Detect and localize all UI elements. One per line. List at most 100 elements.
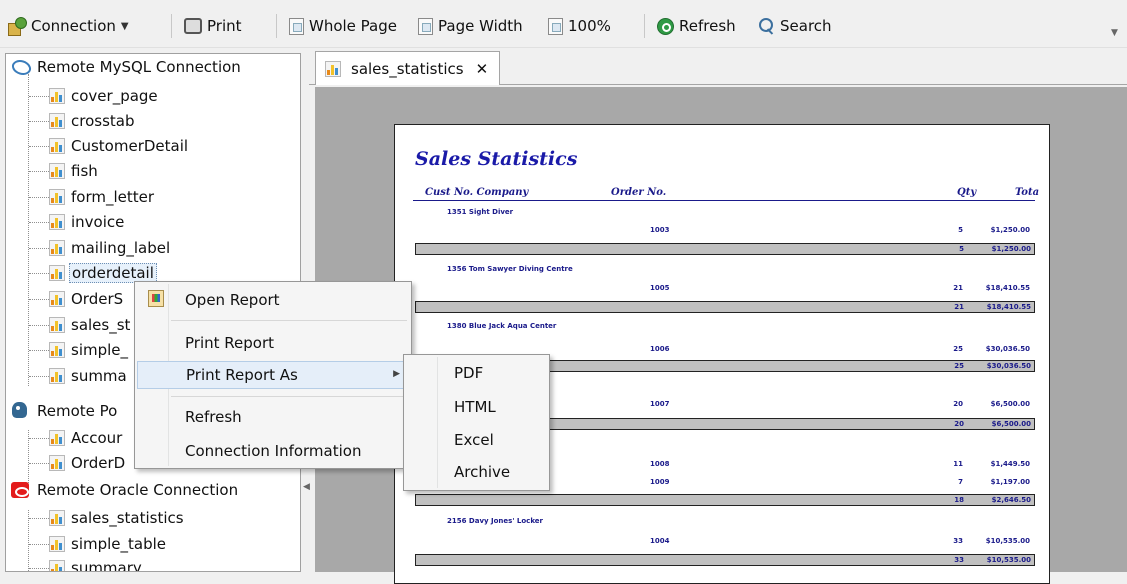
tree-item-report[interactable]: simple_ bbox=[49, 339, 130, 361]
report-icon bbox=[325, 60, 341, 77]
qty-value: 33 bbox=[953, 537, 963, 545]
submenu-item-archive[interactable]: Archive bbox=[454, 463, 510, 481]
connection-icon bbox=[8, 17, 27, 36]
customer-label: 1380 Blue Jack Aqua Center bbox=[447, 322, 557, 330]
connection-label: Connection bbox=[31, 17, 116, 35]
report-icon bbox=[49, 368, 65, 384]
order-number: 1005 bbox=[650, 284, 670, 292]
page-width-button[interactable]: Page Width bbox=[418, 15, 523, 37]
search-icon bbox=[758, 17, 775, 35]
tree-item-report[interactable]: sales_st bbox=[49, 314, 132, 336]
qty-value: 20 bbox=[953, 400, 963, 408]
menu-item-print-report[interactable]: Print Report bbox=[137, 329, 409, 357]
postgresql-elephant-icon bbox=[10, 401, 30, 421]
close-tab-icon[interactable]: ✕ bbox=[476, 60, 489, 78]
group-amount-total: $18,410.55 bbox=[986, 303, 1031, 311]
zoom-label: 100% bbox=[568, 17, 611, 35]
tree-item-report[interactable]: OrderD bbox=[49, 452, 127, 474]
submenu-item-html[interactable]: HTML bbox=[454, 398, 496, 416]
whole-page-button[interactable]: Whole Page bbox=[289, 15, 397, 37]
total-value: $18,410.55 bbox=[985, 284, 1030, 292]
order-number: 1004 bbox=[650, 537, 670, 545]
tree-item-report[interactable]: sales_statistics bbox=[49, 507, 186, 529]
column-header-customer: Cust No. Company bbox=[425, 187, 529, 198]
menu-separator bbox=[171, 396, 407, 397]
submenu-item-excel[interactable]: Excel bbox=[454, 431, 494, 449]
report-icon bbox=[49, 163, 65, 179]
tree-item-report[interactable]: cover_page bbox=[49, 85, 160, 107]
group-qty-total: 20 bbox=[954, 420, 964, 428]
whole-page-label: Whole Page bbox=[309, 17, 397, 35]
customer-label: 1351 Sight Diver bbox=[447, 208, 514, 216]
tree-item-report[interactable]: form_letter bbox=[49, 186, 156, 208]
menu-item-refresh[interactable]: Refresh bbox=[137, 403, 409, 431]
menu-item-print-report-as[interactable]: Print Report As ▶ bbox=[137, 361, 409, 389]
tree-node-postgres-connection[interactable]: Remote Po bbox=[10, 400, 119, 422]
report-icon bbox=[49, 342, 65, 358]
tree-item-report[interactable]: Accour bbox=[49, 427, 124, 449]
tree-item-report[interactable]: crosstab bbox=[49, 110, 137, 132]
tree-item-report[interactable]: OrderS bbox=[49, 288, 125, 310]
group-total-bar: 33 $10,535.00 bbox=[415, 554, 1035, 566]
group-amount-total: $6,500.00 bbox=[991, 420, 1031, 428]
report-icon bbox=[49, 189, 65, 205]
report-icon bbox=[49, 138, 65, 154]
tree-item-report[interactable]: summary bbox=[49, 557, 144, 571]
page-width-icon bbox=[418, 17, 433, 35]
tree-item-report[interactable]: summa bbox=[49, 365, 129, 387]
group-amount-total: $2,646.50 bbox=[991, 496, 1031, 504]
tree-item-report[interactable]: invoice bbox=[49, 211, 126, 233]
report-icon bbox=[49, 560, 65, 571]
group-amount-total: $1,250.00 bbox=[991, 245, 1031, 253]
column-header-qty: Qty bbox=[957, 187, 977, 198]
menu-item-label: Print Report As bbox=[186, 366, 298, 384]
order-number: 1008 bbox=[650, 460, 670, 468]
report-icon bbox=[49, 291, 65, 307]
customer-label: 1356 Tom Sawyer Diving Centre bbox=[447, 265, 573, 273]
menu-item-connection-information[interactable]: Connection Information bbox=[137, 437, 409, 465]
report-icon bbox=[49, 510, 65, 526]
submenu-item-pdf[interactable]: PDF bbox=[454, 364, 483, 382]
group-total-bar: 21 $18,410.55 bbox=[415, 301, 1035, 313]
report-icon bbox=[49, 214, 65, 230]
group-qty-total: 33 bbox=[954, 556, 964, 564]
total-value: $1,250.00 bbox=[990, 226, 1030, 234]
menu-item-open-report[interactable]: Open Report bbox=[137, 286, 409, 314]
refresh-button[interactable]: Refresh bbox=[657, 15, 736, 37]
tree-item-report[interactable]: mailing_label bbox=[49, 237, 172, 259]
tree-node-oracle-connection[interactable]: Remote Oracle Connection bbox=[10, 479, 240, 501]
print-button[interactable]: Print bbox=[184, 15, 242, 37]
qty-value: 21 bbox=[953, 284, 963, 292]
toolbar-separator bbox=[644, 14, 645, 38]
report-icon bbox=[49, 240, 65, 256]
column-header-order: Order No. bbox=[611, 187, 667, 198]
zoom-100-button[interactable]: 100% bbox=[548, 15, 611, 37]
submenu-arrow-icon: ▶ bbox=[393, 369, 400, 379]
tree-item-report[interactable]: fish bbox=[49, 160, 100, 182]
tree-node-mysql-connection[interactable]: Remote MySQL Connection bbox=[10, 56, 243, 78]
total-value: $6,500.00 bbox=[990, 400, 1030, 408]
group-amount-total: $10,535.00 bbox=[986, 556, 1031, 564]
customer-label: 2156 Davy Jones' Locker bbox=[447, 517, 543, 525]
header-rule bbox=[413, 200, 1035, 201]
tab-sales-statistics[interactable]: sales_statistics ✕ bbox=[315, 51, 500, 85]
toolbar-overflow-icon[interactable]: ▼ bbox=[1111, 28, 1118, 38]
report-icon bbox=[49, 113, 65, 129]
report-icon bbox=[49, 88, 65, 104]
tree-item-report[interactable]: CustomerDetail bbox=[49, 135, 190, 157]
search-button[interactable]: Search bbox=[758, 15, 832, 37]
refresh-label: Refresh bbox=[679, 17, 736, 35]
tree-item-report[interactable]: simple_table bbox=[49, 533, 168, 555]
order-number: 1007 bbox=[650, 400, 670, 408]
order-number: 1009 bbox=[650, 478, 670, 486]
connection-menu-button[interactable]: Connection ▼ bbox=[8, 15, 129, 37]
mysql-database-icon bbox=[10, 57, 30, 77]
report-icon bbox=[49, 430, 65, 446]
qty-value: 11 bbox=[953, 460, 963, 468]
qty-value: 25 bbox=[953, 345, 963, 353]
total-value: $10,535.00 bbox=[985, 537, 1030, 545]
menu-icon-strip bbox=[437, 357, 438, 488]
column-header-total: Tota bbox=[1015, 187, 1040, 198]
toolbar-separator bbox=[171, 14, 172, 38]
report-icon bbox=[49, 317, 65, 333]
